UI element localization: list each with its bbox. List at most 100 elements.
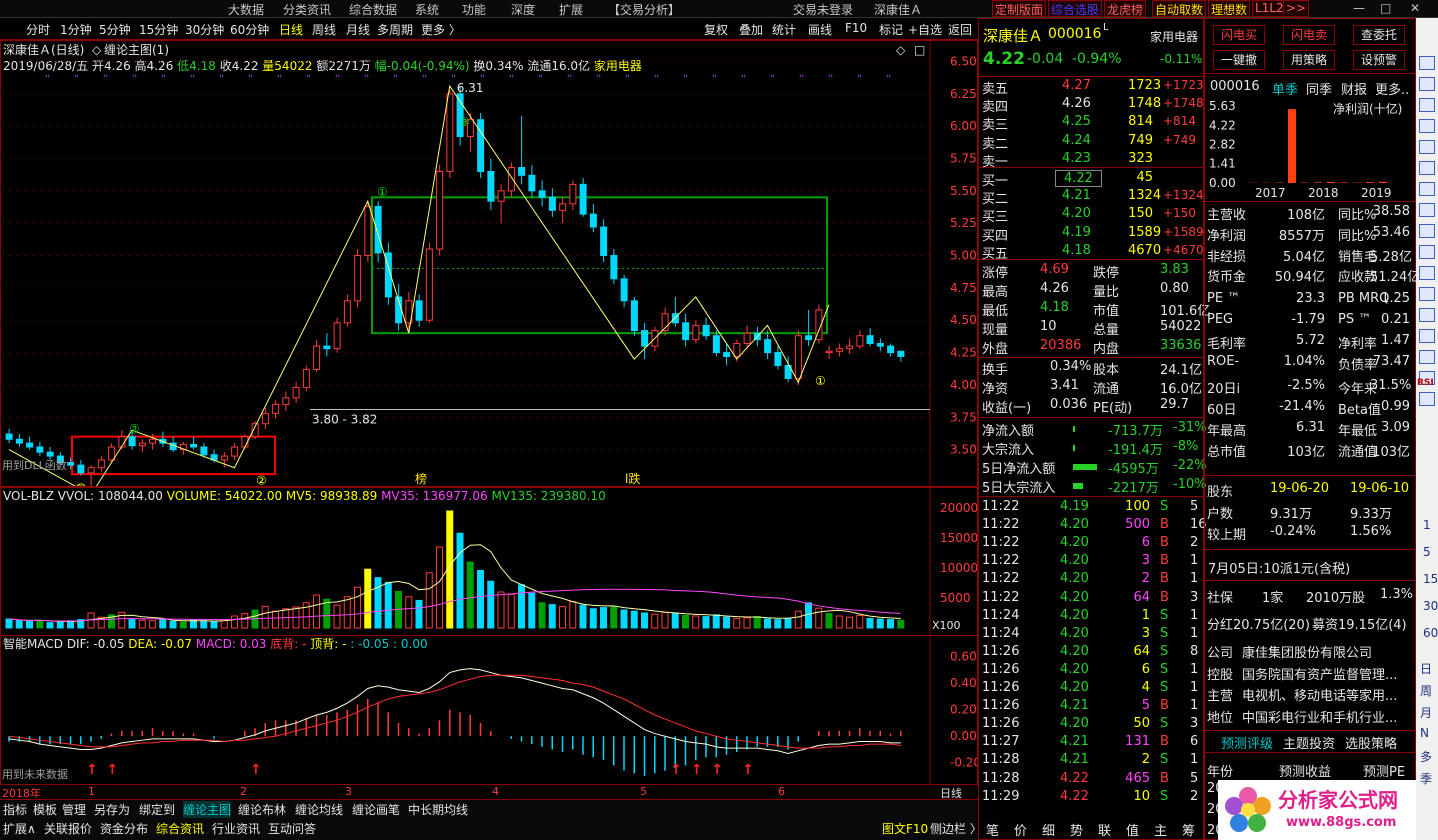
chart-tool-6[interactable]: +自选 (908, 21, 942, 38)
toolbar-icon[interactable] (1419, 245, 1435, 259)
chart-tool-2[interactable]: 统计 (772, 21, 796, 38)
toolbar-icon[interactable] (1419, 287, 1435, 301)
top-menu-6[interactable]: 扩展 (559, 1, 583, 18)
top-menu-2[interactable]: 综合数据 (349, 1, 397, 18)
toolbar-icon[interactable] (1419, 203, 1435, 217)
action-btn-2[interactable]: 查委托 (1353, 25, 1405, 45)
order-price[interactable]: 4.23 (1062, 151, 1091, 166)
chart-tool-4[interactable]: F10 (845, 21, 867, 35)
action-btn-0[interactable]: 闪电买 (1213, 25, 1265, 45)
top-btn-5[interactable]: L1L2 (1252, 0, 1287, 17)
period-tab-1[interactable]: 1分钟 (60, 21, 92, 38)
indicator-tab-7[interactable]: 缠论均线 (295, 801, 343, 818)
quote-tab-5[interactable]: 值 (1126, 820, 1139, 839)
period-num-2[interactable]: 15 (1423, 572, 1438, 586)
order-price[interactable]: 4.20 (1062, 206, 1091, 221)
indicator-tab-3[interactable]: 另存为 (94, 801, 130, 818)
quote-tab-0[interactable]: 笔 (986, 820, 999, 839)
order-price[interactable]: 4.25 (1062, 114, 1091, 129)
toolbar-icon[interactable] (1419, 56, 1435, 70)
period-tab-7[interactable]: 周线 (312, 21, 336, 38)
top-btn-4[interactable]: 理想数 (1208, 0, 1251, 17)
period-icon-1[interactable]: 周 (1420, 682, 1432, 699)
order-price[interactable]: 4.27 (1062, 78, 1091, 93)
toolbar-icon[interactable] (1419, 329, 1435, 343)
info-tab-2[interactable]: 资金分布 (100, 820, 148, 837)
top-menu-1[interactable]: 分类资讯 (283, 1, 331, 18)
action-btn-1[interactable]: 闪电卖 (1283, 25, 1335, 45)
toolbar-icon[interactable] (1419, 308, 1435, 322)
period-num-0[interactable]: 1 (1423, 518, 1431, 532)
chart-tool-5[interactable]: 标记 (879, 21, 903, 38)
indicator-tab-9[interactable]: 中长期均线 (408, 801, 468, 818)
toolbar-icon[interactable] (1419, 392, 1435, 406)
period-tab-8[interactable]: 月线 (346, 21, 370, 38)
info-tab-5[interactable]: 互动问答 (268, 820, 316, 837)
maximize-icon[interactable]: □ (1380, 1, 1391, 15)
toolbar-icon[interactable] (1419, 140, 1435, 154)
action-btn-3[interactable]: 一键撤 (1213, 50, 1265, 70)
toolbar-icon[interactable] (1419, 224, 1435, 238)
period-tab-2[interactable]: 5分钟 (99, 21, 131, 38)
top-btn-1[interactable]: 综合选股 (1048, 0, 1103, 17)
quote-tab-7[interactable]: 筹 (1182, 820, 1195, 839)
period-icon-0[interactable]: 日 (1420, 660, 1432, 677)
top-btn-6[interactable]: >> (1283, 0, 1310, 17)
period-tab-5[interactable]: 60分钟 (230, 21, 269, 38)
chart-tool-1[interactable]: 叠加 (739, 21, 763, 38)
quote-tab-6[interactable]: 主 (1154, 820, 1167, 839)
info-tab-3[interactable]: 综合资讯 (156, 820, 204, 837)
period-icon-4[interactable]: 多 (1420, 748, 1432, 765)
indicator-tab-8[interactable]: 缠论画笔 (352, 801, 400, 818)
info-tab-1[interactable]: 关联报价 (44, 820, 92, 837)
chart-tool-3[interactable]: 画线 (808, 21, 832, 38)
period-icon-2[interactable]: 月 (1420, 704, 1432, 721)
chart-tool-7[interactable]: 返回 (948, 21, 972, 38)
mode-single[interactable]: 单季 (1272, 79, 1298, 98)
toolbar-icon[interactable] (1419, 161, 1435, 175)
quote-tab-3[interactable]: 势 (1070, 820, 1083, 839)
forecast-tab-1[interactable]: 主题投资 (1283, 733, 1335, 752)
indicator-tab-6[interactable]: 缠论布林 (238, 801, 286, 818)
rsi-icon[interactable]: RSI (1417, 378, 1434, 388)
period-icon-3[interactable]: N (1420, 726, 1429, 740)
top-menu-5[interactable]: 深度 (511, 1, 535, 18)
quote-tab-1[interactable]: 价 (1014, 820, 1027, 839)
forecast-tab-0[interactable]: 预测评级 (1221, 733, 1273, 752)
indicator-tab-5[interactable]: 缠论主图 (183, 801, 232, 818)
period-tab-4[interactable]: 30分钟 (185, 21, 224, 38)
order-price[interactable]: 4.21 (1062, 188, 1091, 203)
order-price[interactable]: 4.24 (1062, 133, 1091, 148)
period-tab-0[interactable]: 分时 (26, 21, 50, 38)
indicator-tab-0[interactable]: 指标 (3, 801, 27, 818)
toolbar-icon[interactable] (1419, 77, 1435, 91)
trade-status[interactable]: 交易未登录 (793, 1, 853, 18)
toolbar-icon[interactable] (1419, 350, 1435, 364)
quote-tab-2[interactable]: 细 (1042, 820, 1055, 839)
period-tab-9[interactable]: 多周期 (377, 21, 413, 38)
forecast-tab-2[interactable]: 选股策略 (1345, 733, 1397, 752)
top-menu-3[interactable]: 系统 (415, 1, 439, 18)
toolbar-icon[interactable] (1419, 266, 1435, 280)
order-price[interactable]: 4.19 (1062, 225, 1091, 240)
top-btn-2[interactable]: 龙虎榜 (1104, 0, 1147, 17)
f10-button[interactable]: 图文F10 (882, 820, 928, 837)
period-num-1[interactable]: 5 (1423, 545, 1431, 559)
info-tab-4[interactable]: 行业资讯 (212, 820, 260, 837)
order-price[interactable]: 4.22 (1055, 170, 1102, 187)
top-menu-4[interactable]: 功能 (462, 1, 486, 18)
more-link[interactable]: 更多.. (1375, 79, 1409, 98)
period-tab-6[interactable]: 日线 (279, 21, 303, 38)
period-tab-3[interactable]: 15分钟 (139, 21, 178, 38)
mode-same[interactable]: 同季 (1306, 79, 1332, 98)
mode-fin[interactable]: 财报 (1341, 79, 1367, 98)
period-num-4[interactable]: 60 (1423, 626, 1438, 640)
order-price[interactable]: 4.26 (1062, 96, 1091, 111)
top-menu-0[interactable]: 大数据 (228, 1, 264, 18)
toolbar-icon[interactable] (1419, 182, 1435, 196)
chart-tool-0[interactable]: 复权 (704, 21, 728, 38)
sidebar-toggle[interactable]: 侧边栏 〉 (930, 820, 982, 837)
indicator-tab-2[interactable]: 管理 (62, 801, 86, 818)
action-btn-4[interactable]: 用策略 (1283, 50, 1335, 70)
quote-tab-4[interactable]: 联 (1098, 820, 1111, 839)
